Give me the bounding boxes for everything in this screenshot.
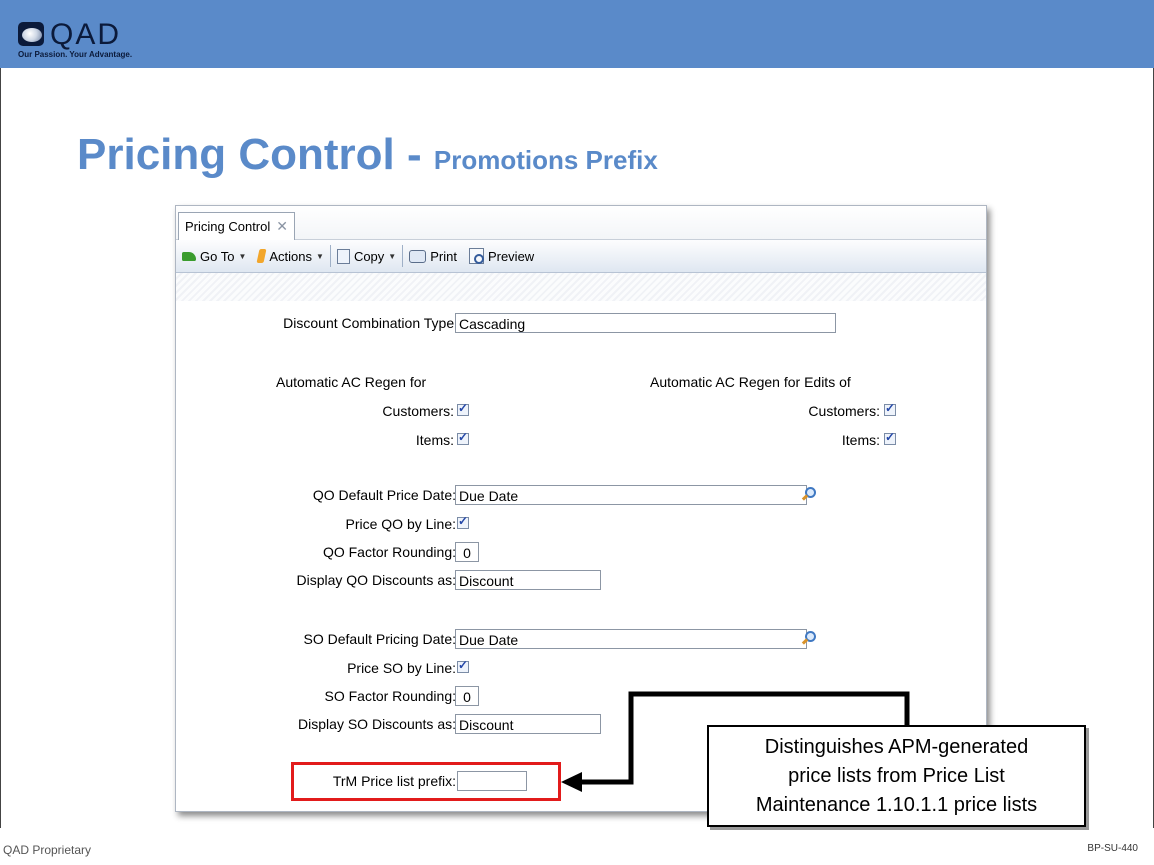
footer-slide-code: BP-SU-440 bbox=[1087, 843, 1138, 854]
callout-line-1: Distinguishes APM-generated bbox=[764, 736, 1029, 758]
footer-proprietary: QAD Proprietary bbox=[3, 843, 92, 857]
callout-box: Distinguishes APM-generated price lists … bbox=[707, 725, 1086, 827]
callout-line-3: Maintenance 1.10.1.1 price lists bbox=[755, 794, 1038, 816]
callout-line-2: price lists from Price List bbox=[788, 765, 1005, 787]
callout-arrow-head bbox=[561, 772, 582, 792]
